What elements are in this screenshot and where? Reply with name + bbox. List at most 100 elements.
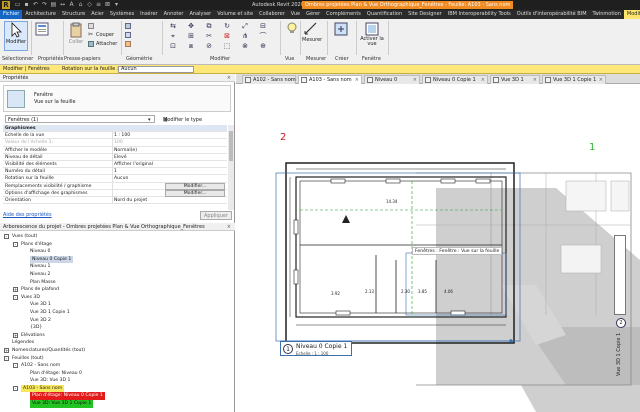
cut-button[interactable]: ✂ Couper — [88, 31, 114, 39]
ribbon-tab[interactable]: Volume et site — [214, 10, 256, 19]
tree-item[interactable]: Niveau 2 — [0, 271, 234, 279]
collapse-icon[interactable]: - — [4, 355, 9, 361]
join-button[interactable]: Attacher — [88, 40, 117, 48]
ribbon-tab[interactable]: Annoter — [161, 10, 187, 19]
ribbon-tab[interactable]: Quantification — [364, 10, 405, 19]
thin-lines-icon[interactable]: ≡ — [95, 1, 102, 9]
move-icon[interactable]: ✥ — [184, 22, 198, 31]
properties-help-link[interactable]: Aide des propriétés — [3, 212, 52, 218]
create-button[interactable] — [332, 22, 350, 52]
add-icon[interactable]: ⊕ — [256, 42, 270, 51]
split-icon[interactable]: ✂ — [202, 32, 216, 41]
tree-item[interactable]: Vue 3D 1 — [0, 301, 234, 309]
ribbon-tab[interactable]: Insérer — [137, 10, 160, 19]
switch-windows-icon[interactable]: ▾ — [113, 1, 120, 9]
rotation-select[interactable]: Aucun — [118, 66, 194, 73]
geometry-cut-button[interactable] — [125, 22, 133, 30]
ribbon-tab[interactable]: Site Designer — [405, 10, 445, 19]
property-value[interactable]: Aucun — [114, 175, 128, 182]
rotate-icon[interactable]: ↻ — [220, 22, 234, 31]
expand-icon[interactable]: + — [4, 347, 9, 353]
delete-icon[interactable]: ⊠ — [220, 32, 234, 41]
collapse-icon[interactable]: - — [4, 234, 9, 239]
view-tab[interactable]: Vue 3D 1 Copie 1 × — [542, 75, 606, 84]
tree-item[interactable]: - A102 - Sans nom — [0, 362, 234, 370]
property-value[interactable]: 100 — [114, 139, 123, 146]
mirror-icon[interactable]: ⌒ — [256, 32, 270, 41]
tree-item[interactable]: + Nomenclatures/Quantités (tout) — [0, 347, 234, 355]
scrollbar-thumb[interactable] — [229, 131, 233, 161]
property-row[interactable]: Numéro du détail 1 — [3, 168, 227, 176]
close-icon[interactable]: × — [481, 76, 485, 84]
tree-item[interactable]: Vue 3D 1 Copie 1 — [0, 309, 234, 317]
property-row[interactable]: Afficher le modèle Normal(e) — [3, 146, 227, 154]
properties-button[interactable] — [33, 22, 51, 42]
ribbon-tab[interactable]: Twinmotion — [590, 10, 624, 19]
ribbon-tab[interactable]: Compléments — [323, 10, 364, 19]
unpin-icon[interactable]: ⊘ — [202, 42, 216, 51]
duplicate-icon[interactable]: ⧈ — [184, 42, 198, 51]
group-select-label[interactable]: Sélectionner — [2, 56, 33, 62]
property-row[interactable]: Visibilité des éléments Afficher l'origin… — [3, 160, 227, 169]
tree-item[interactable]: - Vues (tout) — [0, 233, 234, 241]
property-row[interactable]: Options d'affichage des graphismes Modifi… — [3, 189, 227, 197]
offset-icon[interactable]: ⊟ — [256, 22, 270, 31]
print-icon[interactable]: ▤ — [50, 1, 57, 9]
properties-scrollbar[interactable] — [228, 125, 234, 210]
ribbon-tab[interactable]: Structure — [59, 10, 88, 19]
property-row[interactable]: Echelle de la vue 1 : 100 — [3, 132, 227, 140]
property-row[interactable]: Valeur de l'échelle 1: 100 — [3, 139, 227, 147]
close-icon[interactable]: × — [289, 76, 293, 84]
tree-item[interactable]: Niveau 0 Copie 1 — [0, 255, 234, 264]
tree-item[interactable]: Vue 3D: Vue 3D 1 Copie 1 — [0, 400, 234, 408]
close-icon[interactable]: × — [355, 76, 359, 84]
tree-item[interactable]: Vue 3D 2 — [0, 317, 234, 325]
collapse-icon[interactable]: - — [13, 294, 18, 300]
close-icon[interactable]: × — [533, 76, 537, 84]
view-tab[interactable]: Niveau 0 Copie 1 × — [422, 75, 488, 84]
apply-button[interactable]: Appliquer — [200, 211, 232, 220]
tree-item[interactable]: - Vues 3D — [0, 294, 234, 302]
scale-icon[interactable]: ⤢ — [238, 22, 252, 31]
property-row[interactable]: Rotation sur la feuille Aucun — [3, 175, 227, 183]
view-tab[interactable]: Niveau 0 × — [364, 75, 420, 84]
property-row[interactable]: Niveau de détail Elevé — [3, 153, 227, 161]
text-icon[interactable]: A — [68, 1, 75, 9]
hide-view-button[interactable] — [284, 22, 300, 44]
pin-icon[interactable]: ⌖ — [166, 32, 180, 41]
tree-item[interactable]: {3D} — [0, 324, 234, 332]
tree-item[interactable]: Plan d'étage: Niveau 0 — [0, 370, 234, 378]
measure-icon[interactable]: ↔ — [59, 1, 66, 9]
tree-item[interactable]: - A103 - Sans nom — [0, 384, 234, 393]
array-icon[interactable]: ⊞ — [184, 32, 198, 41]
measure-button[interactable]: Mesurer — [302, 22, 322, 52]
view-tab[interactable]: A102 - Sans nom × — [242, 75, 296, 84]
edit-button[interactable]: Modifier... — [165, 189, 225, 197]
align-icon[interactable]: ⇆ — [166, 22, 180, 31]
paint-button[interactable] — [125, 40, 133, 48]
edit-button[interactable]: Modifier... — [165, 182, 225, 190]
ribbon-tab[interactable]: IBM Interoperability Tools — [445, 10, 514, 19]
tree-item[interactable]: Légendes — [0, 339, 234, 347]
instance-filter-dropdown[interactable]: Fenêtres (1) ▾ — [5, 115, 155, 123]
collapse-icon[interactable]: - — [13, 363, 18, 369]
ribbon-tab[interactable]: Vue — [288, 10, 303, 19]
save-icon[interactable]: ▪ — [23, 1, 30, 9]
property-row[interactable]: Orientation Nord du projet — [3, 196, 227, 205]
ribbon-tab[interactable]: Gérer — [303, 10, 323, 19]
undo-icon[interactable]: ↶ — [32, 1, 39, 9]
copy-icon[interactable]: ⧉ — [202, 22, 216, 31]
property-value[interactable]: Elevé — [114, 154, 127, 161]
activate-view-button[interactable]: Activer la vue — [360, 22, 384, 54]
ribbon-tab[interactable]: Modif — [623, 10, 640, 19]
viewport-title[interactable]: 1 Niveau 0 Copie 1 Echelle : 1 : 100 — [280, 341, 352, 356]
open-icon[interactable]: ▭ — [14, 1, 21, 9]
property-value[interactable]: Afficher l'original — [114, 161, 153, 168]
expand-icon[interactable]: + — [13, 332, 18, 338]
property-value[interactable]: Nord du projet — [114, 197, 147, 204]
tree-item[interactable]: Plan d'étage: Niveau 0 Copie 1 — [0, 392, 234, 401]
tree-item[interactable]: Vue 3D: Vue 3D 1 — [0, 377, 234, 385]
3d-view-icon[interactable]: ⌂ — [77, 1, 84, 9]
type-selector[interactable]: Fenêtre Vue sur la feuille — [3, 85, 231, 112]
trim-icon[interactable]: ⋔ — [238, 32, 252, 41]
